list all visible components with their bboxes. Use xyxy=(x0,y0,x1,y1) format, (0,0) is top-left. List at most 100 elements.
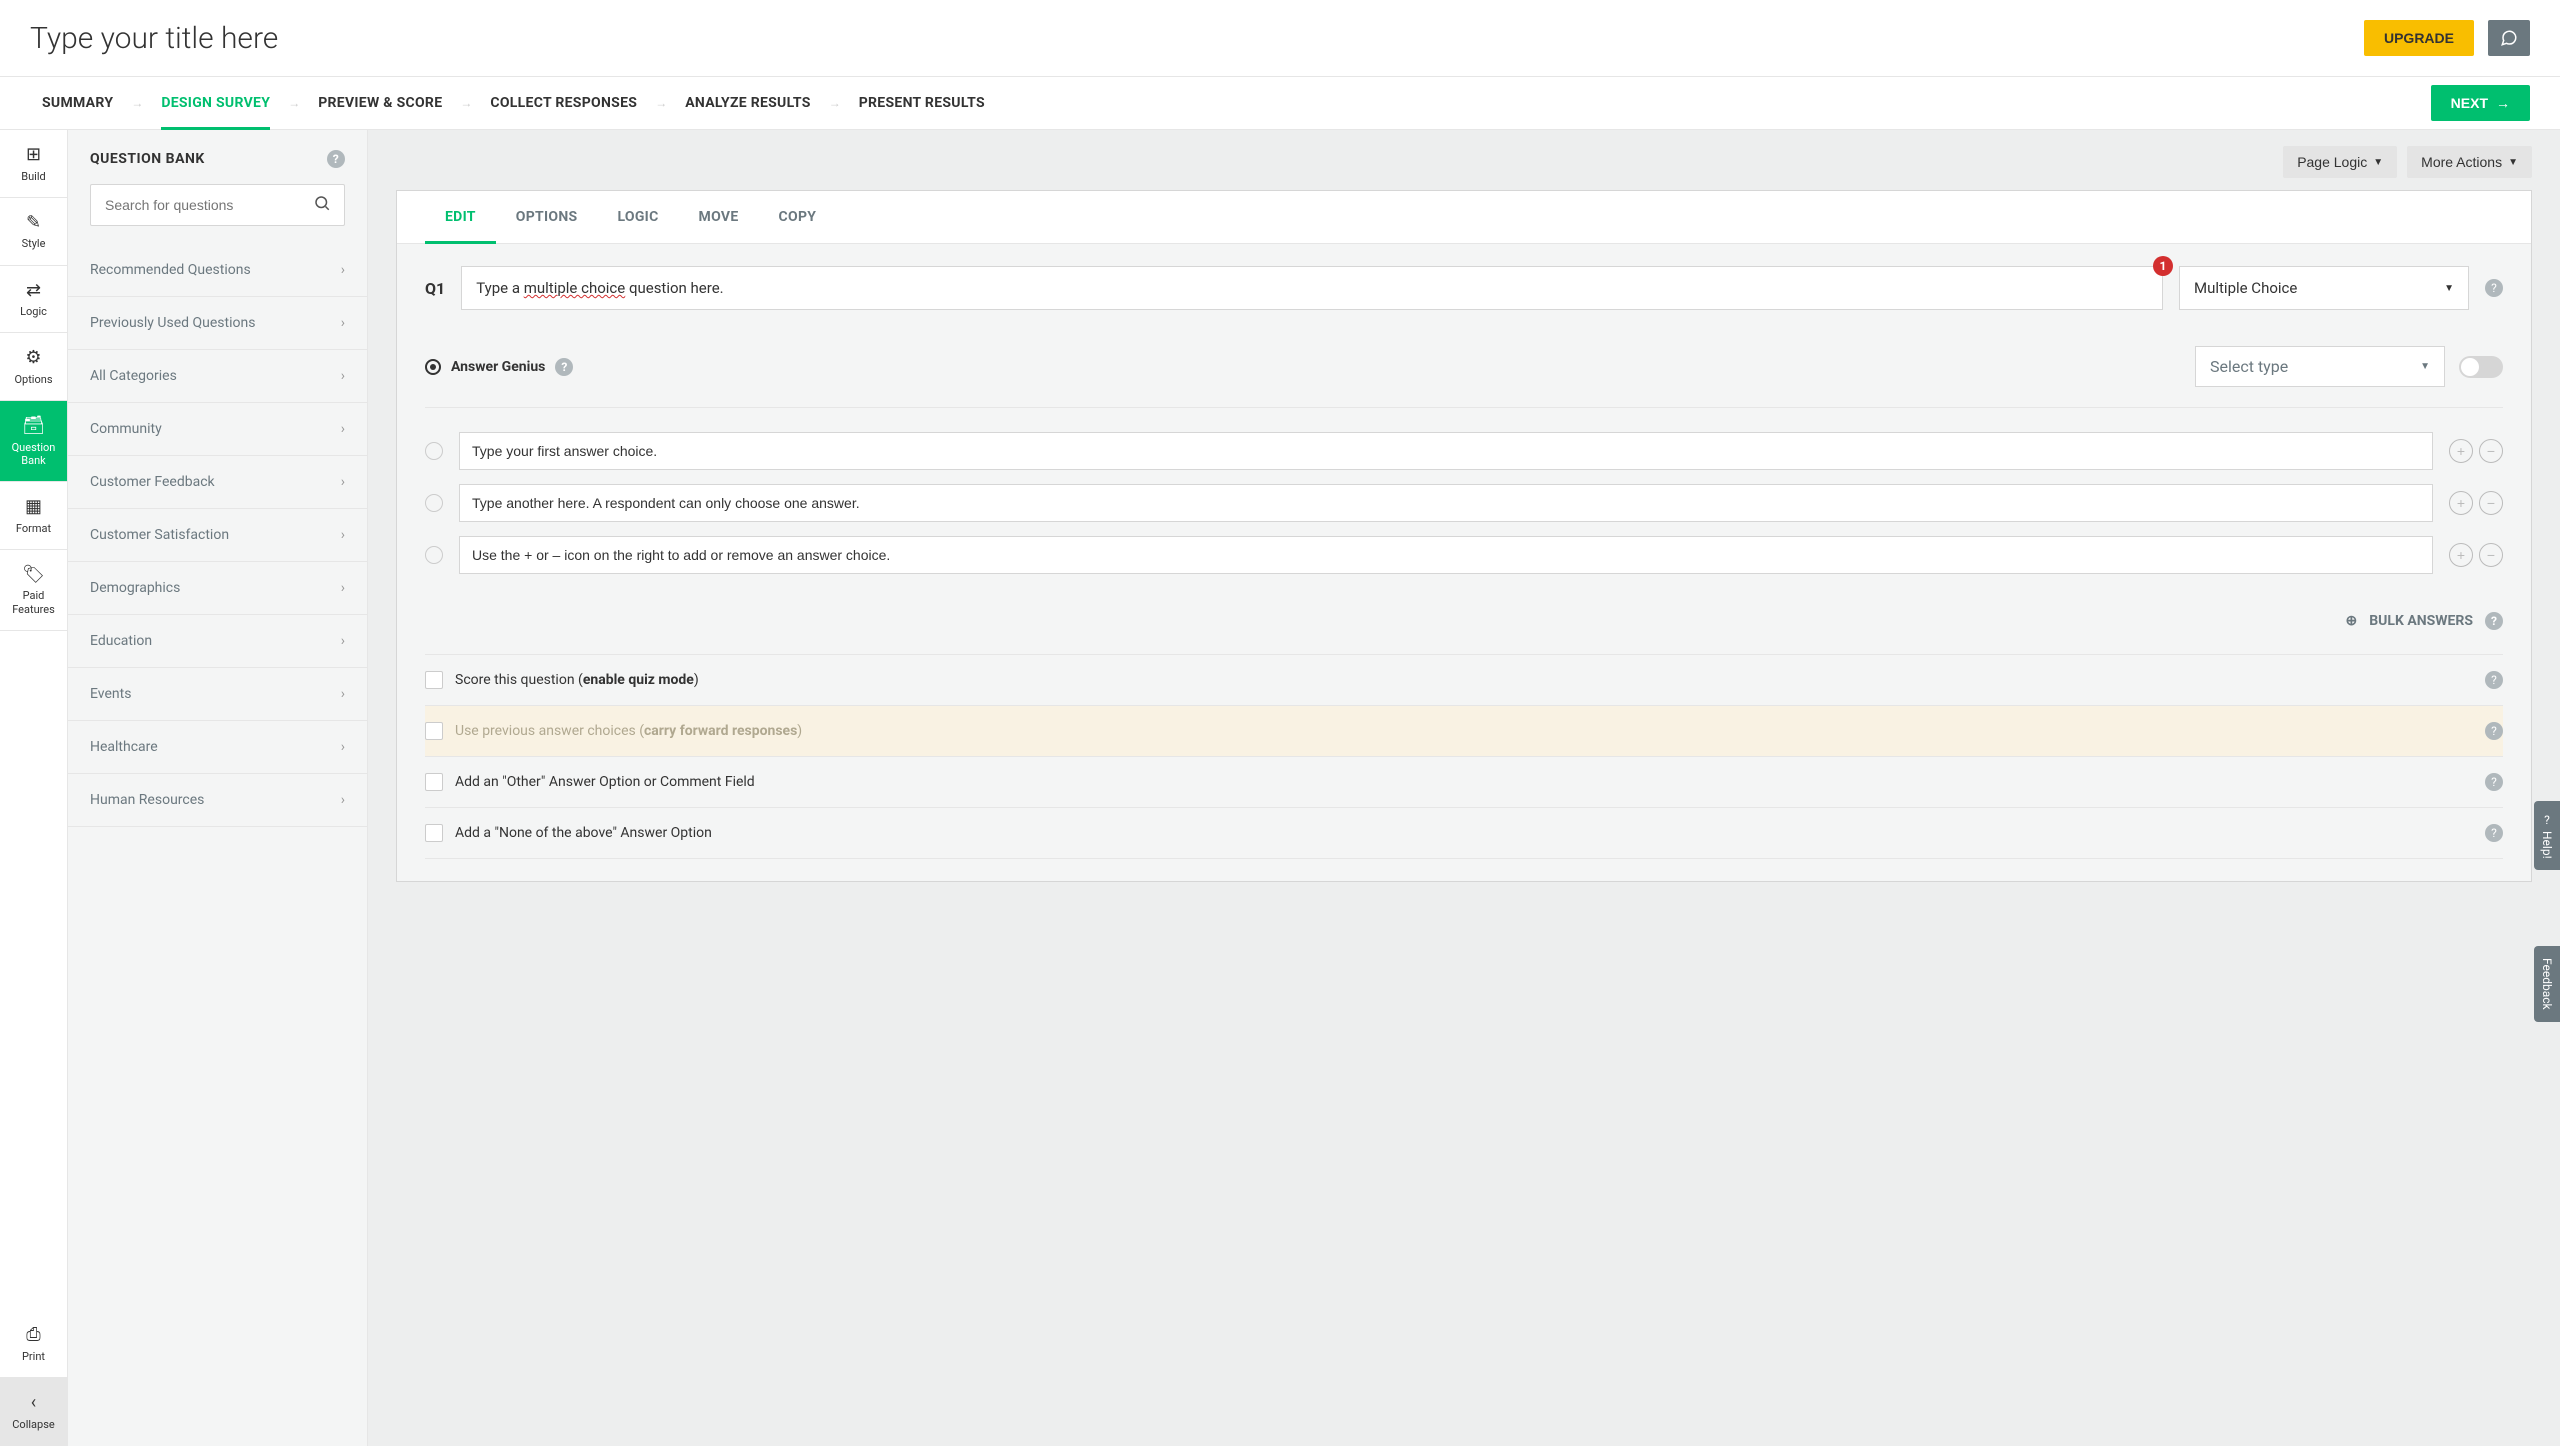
question-body: Q1 Type a multiple choice question here.… xyxy=(397,244,2531,881)
rail-item-paid-features[interactable]: 🏷Paid Features xyxy=(0,550,67,631)
help-icon[interactable]: ? xyxy=(2485,671,2503,689)
category-label: Customer Feedback xyxy=(90,474,215,490)
nav-item-collect-responses[interactable]: COLLECT RESPONSES xyxy=(478,77,649,129)
nav-item-summary[interactable]: SUMMARY xyxy=(30,77,125,129)
search-input[interactable] xyxy=(90,184,345,226)
nav-items: SUMMARY→DESIGN SURVEY→PREVIEW & SCORE→CO… xyxy=(30,77,997,129)
rail-item-logic[interactable]: ⇄Logic xyxy=(0,266,67,334)
genius-toggle[interactable] xyxy=(2459,356,2503,378)
help-tab-label: Help! xyxy=(2540,831,2554,859)
category-label: Education xyxy=(90,633,152,649)
rail-item-format[interactable]: ▦Format xyxy=(0,482,67,550)
answer-input-3[interactable] xyxy=(459,536,2433,574)
add-answer-button[interactable]: + xyxy=(2449,439,2473,463)
option-left: Add an "Other" Answer Option or Comment … xyxy=(425,773,755,791)
next-button[interactable]: NEXT → xyxy=(2431,85,2530,121)
checkbox[interactable] xyxy=(425,773,443,791)
rail-item-build[interactable]: ⊞Build xyxy=(0,130,67,198)
category-events[interactable]: Events› xyxy=(68,668,367,721)
question-type-select[interactable]: Multiple Choice ▼ xyxy=(2179,266,2469,310)
help-icon[interactable]: ? xyxy=(555,358,573,376)
main-nav: SUMMARY → DESIGN SURVEY → PREVIEW & SCORE → CO… xyxy=(0,77,2560,130)
page-logic-dropdown[interactable]: Page Logic ▼ xyxy=(2283,146,2397,178)
error-badge[interactable]: 1 xyxy=(2153,256,2173,276)
chat-help-button[interactable] xyxy=(2488,20,2530,56)
canvas: Page Logic ▼ More Actions ▼ EDITOPTIONSL… xyxy=(368,130,2560,1446)
answer-input-1[interactable] xyxy=(459,432,2433,470)
logic-icon: ⇄ xyxy=(26,280,41,302)
rail-label: Print xyxy=(22,1350,45,1363)
category-previously-used-questions[interactable]: Previously Used Questions› xyxy=(68,297,367,350)
category-customer-feedback[interactable]: Customer Feedback › xyxy=(68,456,367,509)
prompt-prefix: Type a xyxy=(476,279,524,297)
remove-answer-button[interactable]: − xyxy=(2479,491,2503,515)
chevron-right-icon: → xyxy=(829,96,841,110)
answer-row: +− xyxy=(425,432,2503,470)
help-icon[interactable]: ? xyxy=(2485,612,2503,630)
answer-genius-right: Select type ▼ xyxy=(2195,346,2503,387)
answer-row: +− xyxy=(425,536,2503,574)
survey-title[interactable]: Type your title here xyxy=(30,21,278,56)
more-actions-dropdown[interactable]: More Actions ▼ xyxy=(2407,146,2532,178)
rail-item-question-bank[interactable]: 🗃Question Bank xyxy=(0,401,67,482)
help-icon[interactable]: ? xyxy=(327,150,345,168)
question-bank-icon: 🗃 xyxy=(22,415,45,437)
header-actions: UPGRADE xyxy=(2364,20,2530,56)
question-bank-sidebar: QUESTION BANK ? Recommended Questions›Pr… xyxy=(68,130,368,1446)
rail-item-collapse[interactable]: ‹Collapse xyxy=(0,1378,67,1446)
question-tab-logic[interactable]: LOGIC xyxy=(597,191,678,243)
nav-item-analyze-results[interactable]: ANALYZE RESULTS xyxy=(673,77,823,129)
chevron-right-icon: › xyxy=(341,686,345,702)
help-floating-tab[interactable]: ? Help! xyxy=(2534,801,2560,871)
question-tab-move[interactable]: MOVE xyxy=(679,191,759,243)
left-rail: ⊞Build✎Style⇄Logic⚙Options🗃Question Bank… xyxy=(0,130,68,1446)
category-demographics[interactable]: Demographics› xyxy=(68,562,367,615)
feedback-floating-tab[interactable]: Feedback xyxy=(2534,946,2560,1022)
nav-item-design-survey[interactable]: DESIGN SURVEY xyxy=(149,77,282,129)
category-community[interactable]: Community› xyxy=(68,403,367,456)
question-tab-options[interactable]: OPTIONS xyxy=(496,191,598,243)
category-recommended-questions[interactable]: Recommended Questions› xyxy=(68,244,367,297)
upgrade-button[interactable]: UPGRADE xyxy=(2364,20,2474,56)
nav-item-present-results[interactable]: PRESENT RESULTS xyxy=(847,77,997,129)
checkbox[interactable] xyxy=(425,824,443,842)
type-label: Multiple Choice xyxy=(2194,279,2297,297)
remove-answer-button[interactable]: − xyxy=(2479,543,2503,567)
answer-actions: +− xyxy=(2449,491,2503,515)
category-education[interactable]: Education› xyxy=(68,615,367,668)
category-all-categories[interactable]: All Categories› xyxy=(68,350,367,403)
radio-icon xyxy=(425,494,443,512)
rail-item-print[interactable]: ⎙ Print xyxy=(0,1310,67,1378)
help-icon[interactable]: ? xyxy=(2485,279,2503,297)
nav-item-preview-score[interactable]: PREVIEW & SCORE xyxy=(306,77,454,129)
category-human-resources[interactable]: Human Resources› xyxy=(68,774,367,827)
rail-item-options[interactable]: ⚙Options xyxy=(0,333,67,401)
options-icon: ⚙ xyxy=(25,347,41,369)
question-tab-copy[interactable]: COPY xyxy=(759,191,837,243)
arrow-right-icon: → xyxy=(2496,95,2510,111)
chevron-right-icon: → xyxy=(131,96,143,110)
help-icon[interactable]: ? xyxy=(2485,824,2503,842)
header: Type your title here UPGRADE xyxy=(0,0,2560,77)
help-icon[interactable]: ? xyxy=(2485,773,2503,791)
bulk-answers-button[interactable]: BULK ANSWERS xyxy=(2369,613,2473,629)
chevron-right-icon: › xyxy=(341,474,345,490)
add-answer-button[interactable]: + xyxy=(2449,543,2473,567)
help-icon[interactable]: ? xyxy=(2485,722,2503,740)
rail-item-style[interactable]: ✎Style xyxy=(0,198,67,266)
answer-input-2[interactable] xyxy=(459,484,2433,522)
chevron-right-icon: › xyxy=(341,421,345,437)
genius-type-select[interactable]: Select type ▼ xyxy=(2195,346,2445,387)
print-icon: ⎙ xyxy=(26,1324,40,1346)
add-answer-button[interactable]: + xyxy=(2449,491,2473,515)
option-label: Add a "None of the above" Answer Option xyxy=(455,825,712,841)
question-tab-edit[interactable]: EDIT xyxy=(425,191,496,243)
category-healthcare[interactable]: Healthcare› xyxy=(68,721,367,774)
plus-circle-icon: ⊕ xyxy=(2346,613,2358,629)
category-customer-satisfaction[interactable]: Customer Satisfaction› xyxy=(68,509,367,562)
checkbox[interactable] xyxy=(425,671,443,689)
remove-answer-button[interactable]: − xyxy=(2479,439,2503,463)
question-prompt-input[interactable]: Type a multiple choice question here. xyxy=(461,266,2163,310)
question-option-row: Add a "None of the above" Answer Option? xyxy=(425,808,2503,859)
more-actions-label: More Actions xyxy=(2421,154,2502,170)
